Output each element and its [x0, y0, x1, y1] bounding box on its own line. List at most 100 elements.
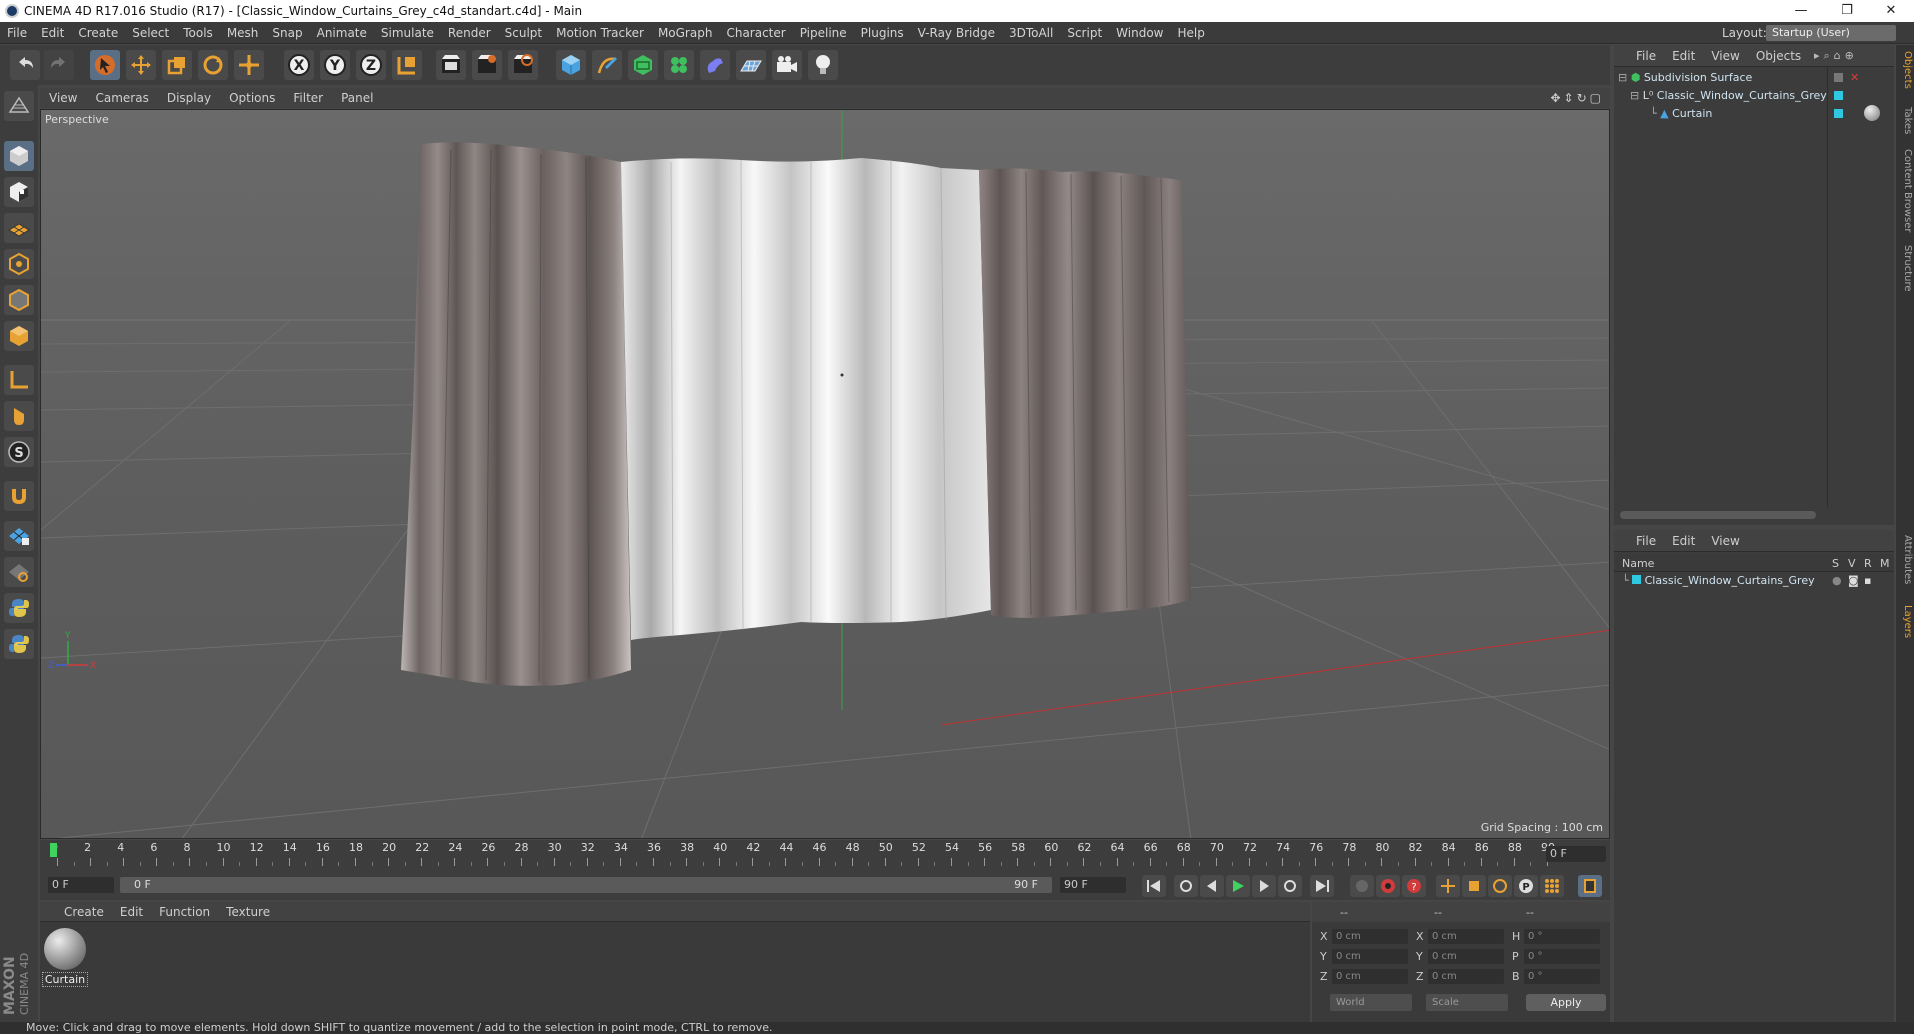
playhead[interactable] [50, 843, 57, 857]
menu-edit[interactable]: Edit [34, 22, 71, 44]
rot-p-field[interactable]: 0 ° [1524, 949, 1600, 964]
workplane-icon[interactable] [4, 213, 34, 243]
cube-icon[interactable] [556, 50, 586, 80]
disabled-x-icon[interactable]: ✕ [1850, 71, 1859, 84]
viewport-menu-display[interactable]: Display [158, 88, 220, 108]
layer-col-visible[interactable]: V [1848, 557, 1856, 570]
menu-3dtoall[interactable]: 3DToAll [1002, 22, 1060, 44]
menu-animate[interactable]: Animate [310, 22, 374, 44]
world-coord-icon[interactable] [392, 50, 422, 80]
material-swatch[interactable]: Curtain [42, 926, 88, 987]
close-button[interactable]: ✕ [1868, 0, 1914, 22]
viewport-menu-panel[interactable]: Panel [332, 88, 382, 108]
render-settings-icon[interactable] [508, 50, 538, 80]
menu-file[interactable]: File [0, 22, 34, 44]
layer-swatch-gray[interactable] [1834, 73, 1843, 82]
minimize-button[interactable]: — [1778, 0, 1824, 22]
layer-col-solo[interactable]: S [1832, 557, 1839, 570]
menu-mesh[interactable]: Mesh [220, 22, 266, 44]
timeline-window-icon[interactable] [1578, 875, 1602, 897]
size-z-field[interactable]: 0 cm [1428, 969, 1504, 984]
frame-range-slider[interactable]: 0 F 90 F [120, 877, 1052, 893]
timeline-ruler[interactable]: 0246810121416182022242628303234363840424… [40, 840, 1610, 870]
pos-x-field[interactable]: 0 cm [1332, 929, 1408, 944]
pos-y-field[interactable]: 0 cm [1332, 949, 1408, 964]
object-menu-file[interactable]: File [1614, 45, 1664, 67]
layer-render-icon[interactable]: ▪ [1864, 574, 1871, 587]
viewport-menu-options[interactable]: Options [220, 88, 284, 108]
points-mode-icon[interactable] [4, 249, 34, 279]
viewport-menu-view[interactable]: View [40, 88, 86, 108]
prev-key-icon[interactable] [1174, 875, 1198, 897]
layer-col-name[interactable]: Name [1622, 557, 1654, 570]
next-frame-icon[interactable] [1252, 875, 1276, 897]
menu-motion-tracker[interactable]: Motion Tracker [549, 22, 651, 44]
material-menu-texture[interactable]: Texture [218, 902, 278, 922]
undo-icon[interactable] [10, 50, 40, 80]
keyframe-selection-icon[interactable] [1350, 875, 1374, 897]
menu-select[interactable]: Select [125, 22, 176, 44]
menu-pipeline[interactable]: Pipeline [793, 22, 854, 44]
menu-help[interactable]: Help [1170, 22, 1211, 44]
object-menu-edit[interactable]: Edit [1664, 45, 1703, 67]
menu-simulate[interactable]: Simulate [374, 22, 441, 44]
object-toolbar-icons[interactable]: ▸⌕⌂⊕ [1814, 49, 1858, 63]
next-key-icon[interactable] [1278, 875, 1302, 897]
lock-grid-icon[interactable] [4, 521, 34, 551]
lock-rotate-icon[interactable] [4, 557, 34, 587]
tab-layers[interactable]: Layers [1897, 605, 1913, 638]
autokey-icon[interactable]: ? [1402, 875, 1426, 897]
play-icon[interactable] [1226, 875, 1250, 897]
restore-button[interactable]: ❐ [1824, 0, 1870, 22]
redo-icon[interactable] [44, 50, 74, 80]
tree-item-curtain[interactable]: └ ▲ Curtain [1650, 107, 1712, 125]
menu-vray-bridge[interactable]: V-Ray Bridge [911, 22, 1002, 44]
material-menu-function[interactable]: Function [151, 902, 218, 922]
tree-item-group[interactable]: ⊟ L⁰ Classic_Window_Curtains_Grey [1630, 89, 1827, 107]
tab-structure[interactable]: Structure [1897, 245, 1913, 292]
menu-render[interactable]: Render [441, 22, 498, 44]
cloner-icon[interactable] [664, 50, 694, 80]
key-move-icon[interactable] [1436, 875, 1460, 897]
pos-z-field[interactable]: 0 cm [1332, 969, 1408, 984]
material-menu-create[interactable]: Create [40, 902, 112, 922]
pen-icon[interactable] [592, 50, 622, 80]
3d-viewport[interactable]: Y X Z Perspective Grid Spacing : 100 cm [40, 109, 1610, 839]
move-icon[interactable] [126, 50, 156, 80]
layer-swatch-cyan-2[interactable] [1834, 109, 1843, 118]
size-y-field[interactable]: 0 cm [1428, 949, 1504, 964]
scale-icon[interactable] [162, 50, 192, 80]
layer-row[interactable]: └ Classic_Window_Curtains_Grey ● ◙ ▪ [1622, 574, 1892, 592]
tweak-mode-icon[interactable] [4, 401, 34, 431]
tab-takes[interactable]: Takes [1897, 107, 1913, 134]
viewport-menu-filter[interactable]: Filter [284, 88, 332, 108]
python-icon-2[interactable] [4, 629, 34, 659]
key-scale-icon[interactable] [1462, 875, 1486, 897]
rot-h-field[interactable]: 0 ° [1524, 929, 1600, 944]
viewport-menu-cameras[interactable]: Cameras [86, 88, 157, 108]
menu-sculpt[interactable]: Sculpt [498, 22, 549, 44]
menu-plugins[interactable]: Plugins [854, 22, 911, 44]
y-axis-icon[interactable]: Y [320, 50, 350, 80]
record-icon[interactable] [1376, 875, 1400, 897]
tree-item-subdivision[interactable]: ⊟ ⬢ Subdivision Surface [1618, 71, 1752, 89]
prev-frame-icon[interactable] [1200, 875, 1224, 897]
layer-solo-toggle[interactable]: ● [1832, 574, 1842, 587]
subdivision-icon[interactable] [628, 50, 658, 80]
viewport-nav-icons[interactable]: ✥⇕↻▢ [1550, 91, 1604, 105]
texture-mode-icon[interactable] [4, 177, 34, 207]
menu-create[interactable]: Create [71, 22, 125, 44]
key-param-icon[interactable]: P [1514, 875, 1538, 897]
menu-tools[interactable]: Tools [176, 22, 220, 44]
floor-icon[interactable] [736, 50, 766, 80]
rot-b-field[interactable]: 0 ° [1524, 969, 1600, 984]
deformer-icon[interactable] [700, 50, 730, 80]
layer-menu-edit[interactable]: Edit [1664, 530, 1703, 552]
tab-attributes[interactable]: Attributes [1897, 535, 1913, 584]
start-frame-field[interactable]: 0 F [48, 877, 114, 893]
layout-select[interactable]: Startup (User) [1766, 25, 1896, 41]
material-tag-icon[interactable] [1864, 105, 1880, 121]
edges-mode-icon[interactable] [4, 285, 34, 315]
material-menu-edit[interactable]: Edit [112, 902, 151, 922]
layer-menu-view[interactable]: View [1703, 530, 1747, 552]
